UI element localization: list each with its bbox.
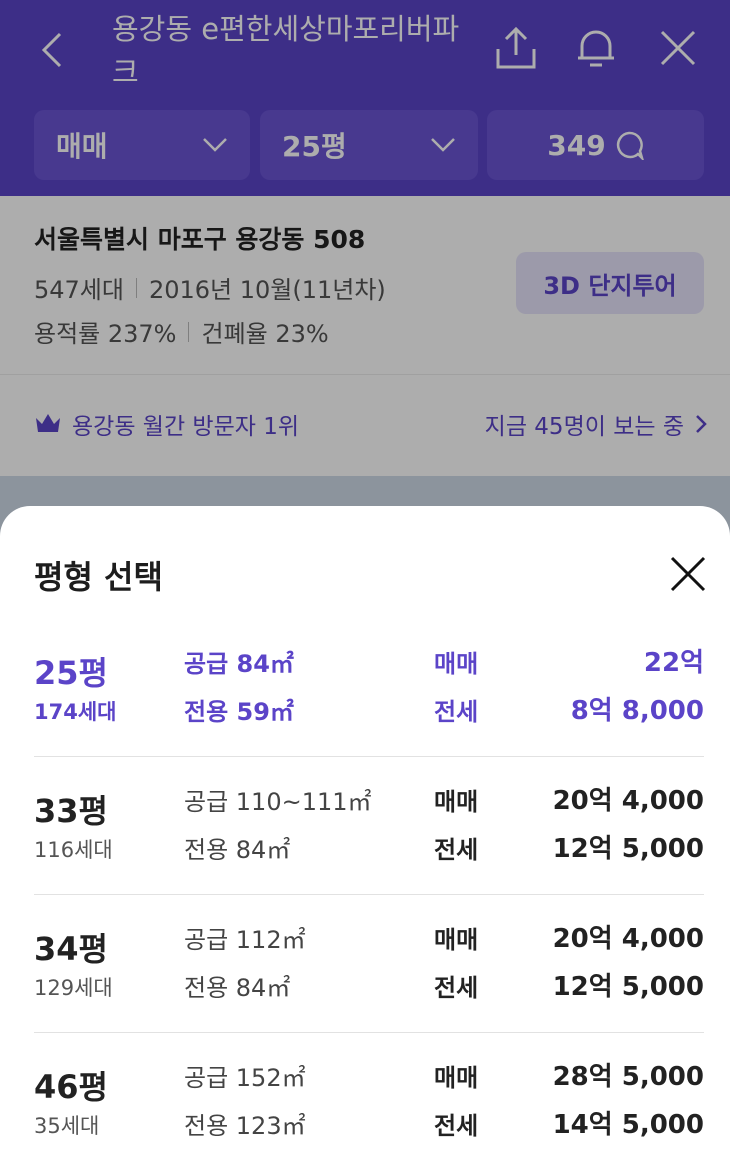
trade-label: 매매 (434, 1064, 479, 1092)
exclusive-area: 전용 123㎡ (184, 1112, 306, 1140)
unit-count: 116세대 (34, 838, 113, 862)
supply-area: 공급 112㎡ (184, 926, 306, 954)
pyeong-label: 46평 (34, 1068, 108, 1106)
exclusive-area: 전용 59㎡ (184, 698, 294, 726)
supply-area: 공급 110~111㎡ (184, 788, 372, 816)
pyeong-label: 34평 (34, 930, 108, 968)
supply-area: 공급 152㎡ (184, 1064, 306, 1092)
jeonse-price: 12억 5,000 (552, 972, 704, 1002)
unit-count: 129세대 (34, 976, 113, 1000)
exclusive-area: 전용 84㎡ (184, 974, 291, 1002)
jeonse-price: 12억 5,000 (552, 834, 704, 864)
size-option-row[interactable]: 34평 129세대 공급 112㎡ 전용 84㎡ 매매 전세 20억 4,000… (34, 894, 704, 1033)
close-icon (670, 556, 706, 592)
trade-label: 매매 (434, 650, 479, 678)
pyeong-label: 33평 (34, 792, 108, 830)
exclusive-area: 전용 84㎡ (184, 836, 291, 864)
jeonse-label: 전세 (434, 974, 479, 1002)
size-option-row[interactable]: 46평 35세대 공급 152㎡ 전용 123㎡ 매매 전세 28억 5,000… (34, 1032, 704, 1170)
trade-price: 22억 (643, 648, 704, 678)
trade-label: 매매 (434, 788, 479, 816)
jeonse-price: 14억 5,000 (552, 1110, 704, 1140)
size-select-sheet: 평형 선택 25평 174세대 공급 84㎡ 전용 59㎡ 매매 전세 22억 … (0, 506, 730, 1162)
pyeong-label: 25평 (34, 654, 108, 692)
sheet-title: 평형 선택 (34, 558, 163, 596)
trade-price: 28억 5,000 (552, 1062, 704, 1092)
trade-price: 20억 4,000 (552, 924, 704, 954)
unit-count: 35세대 (34, 1114, 100, 1138)
size-option-row[interactable]: 33평 116세대 공급 110~111㎡ 전용 84㎡ 매매 전세 20억 4… (34, 756, 704, 895)
trade-label: 매매 (434, 926, 479, 954)
sheet-close-button[interactable] (664, 550, 712, 598)
jeonse-label: 전세 (434, 698, 479, 726)
jeonse-price: 8억 8,000 (570, 696, 704, 726)
supply-area: 공급 84㎡ (184, 650, 294, 678)
unit-count: 174세대 (34, 700, 117, 724)
size-option-row[interactable]: 25평 174세대 공급 84㎡ 전용 59㎡ 매매 전세 22억 8억 8,0… (34, 618, 704, 757)
jeonse-label: 전세 (434, 1112, 479, 1140)
trade-price: 20억 4,000 (552, 786, 704, 816)
jeonse-label: 전세 (434, 836, 479, 864)
